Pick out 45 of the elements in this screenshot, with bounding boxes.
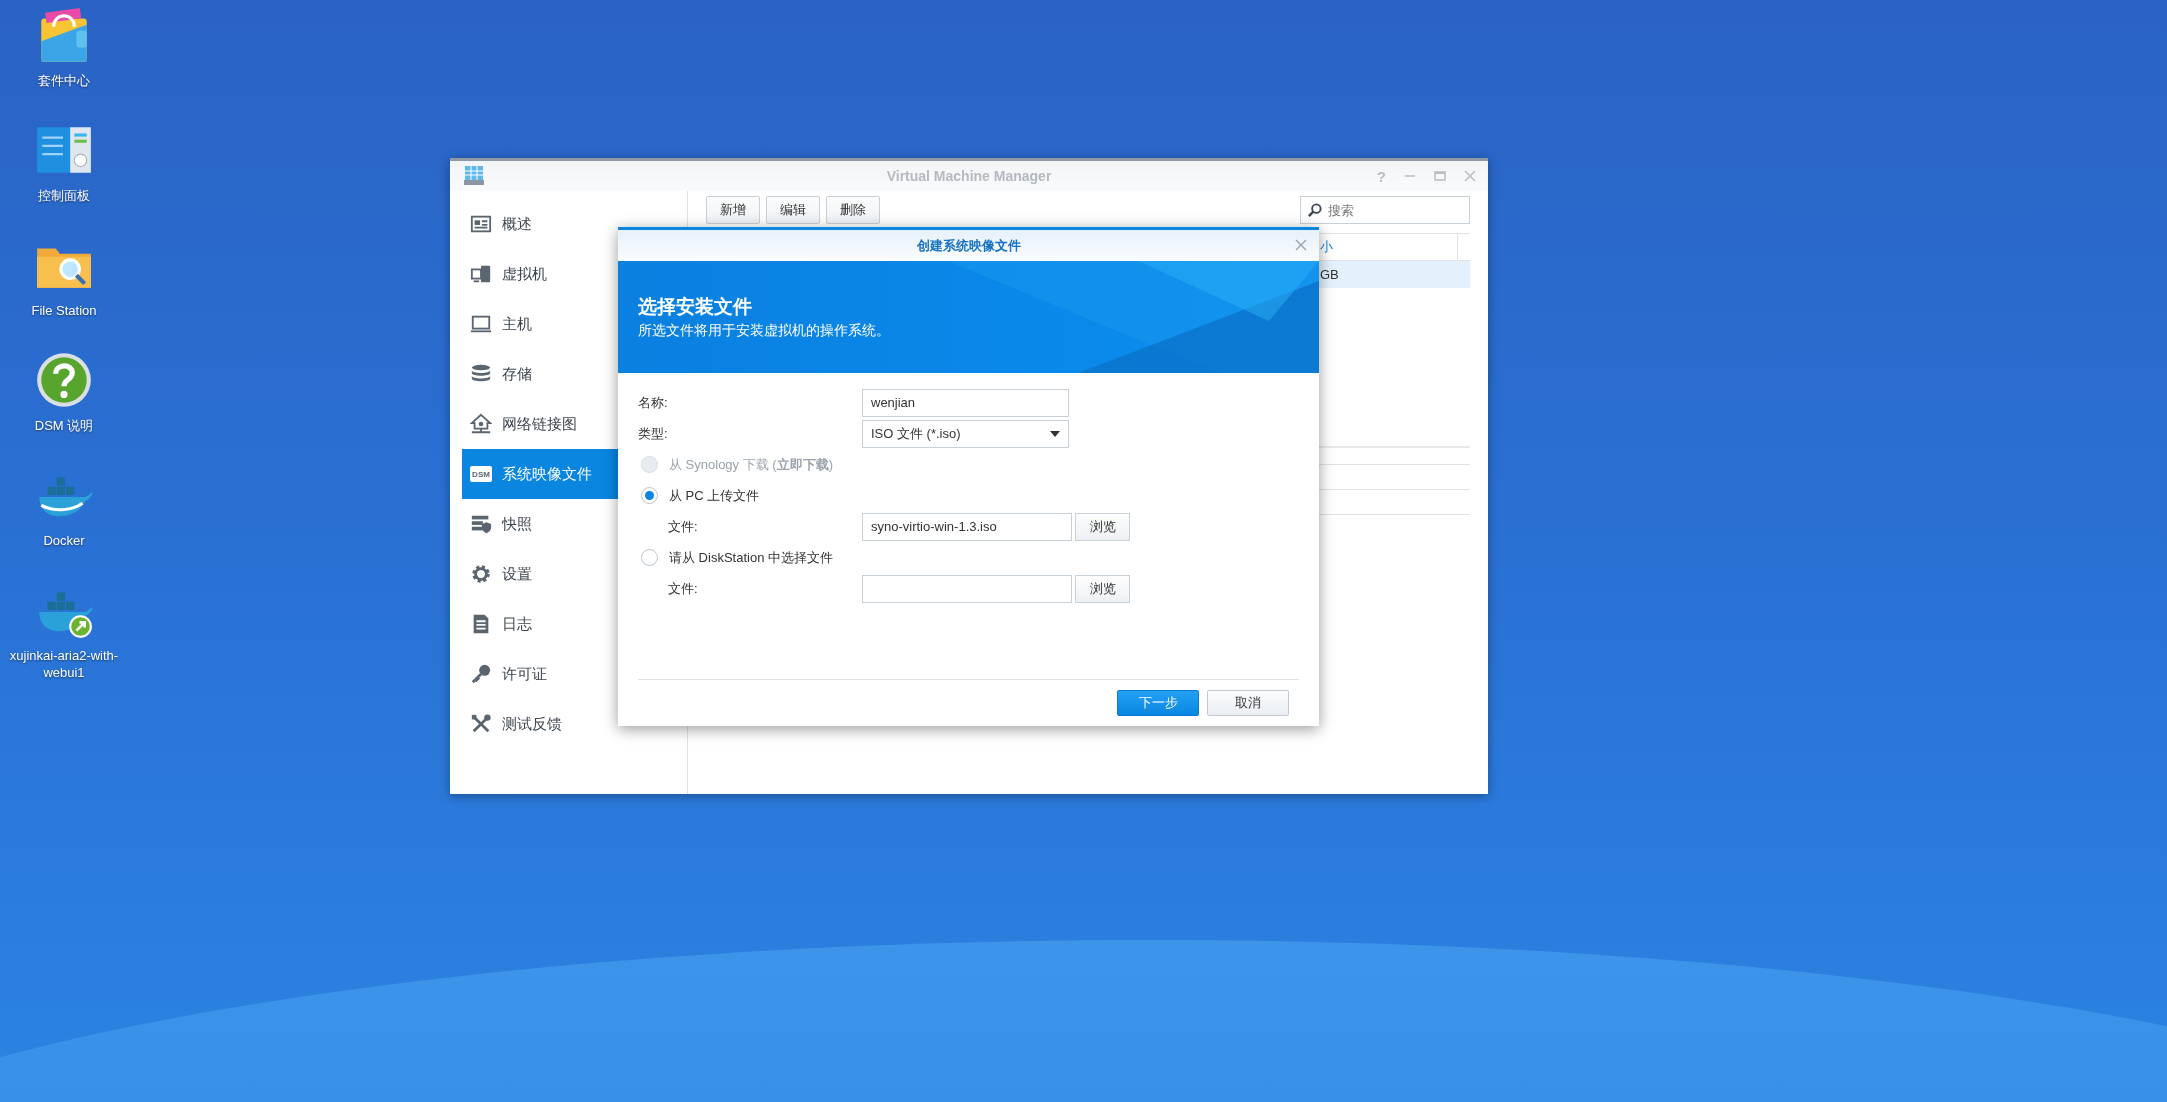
desktop-icon-label[interactable]: xujinkai-aria2-with-webui1 — [0, 647, 128, 681]
sidebar-item[interactable]: 概述 — [462, 199, 687, 249]
desktop-icon-label[interactable]: File Station — [0, 302, 128, 319]
toolbar-button[interactable]: 编辑 — [766, 196, 820, 224]
browse-button[interactable]: 浏览 — [1075, 512, 1130, 541]
sidebar-item[interactable]: 日志 — [462, 599, 687, 649]
file-input[interactable] — [862, 574, 1072, 603]
radio-button[interactable] — [641, 549, 658, 566]
table-cell-text: GB — [1319, 267, 1340, 282]
radio-button[interactable] — [641, 487, 658, 504]
name-input[interactable]: wenjian — [862, 388, 1069, 417]
id-card-icon — [470, 213, 492, 235]
server-icon — [462, 164, 486, 188]
dsm-badge-icon: DSM — [470, 466, 492, 482]
tools-icon — [470, 713, 492, 735]
sidebar-item[interactable]: 测试反馈 — [462, 699, 687, 749]
type-dropdown[interactable]: ISO 文件 (*.iso) — [862, 419, 1069, 448]
field-label: 名称: — [638, 393, 669, 412]
search-field[interactable]: 搜索 — [1300, 196, 1470, 224]
desktop-icon-label[interactable]: Docker — [0, 532, 128, 549]
caret-icon — [1050, 430, 1060, 437]
field-label: 文件: — [668, 517, 699, 536]
desktop-icon-label[interactable]: DSM 说明 — [0, 417, 128, 434]
window-title: Virtual Machine Manager — [886, 168, 1052, 184]
dialog-heading: 选择安装文件 — [638, 295, 753, 319]
close-icon[interactable] — [1295, 239, 1307, 251]
browse-button[interactable]: 浏览 — [1075, 574, 1130, 603]
shield-stack-icon — [470, 513, 492, 535]
file-input[interactable]: syno-virtio-win-1.3.iso — [862, 512, 1072, 541]
key-icon — [470, 663, 492, 685]
gear-icon — [470, 563, 492, 585]
radio-label: 请从 DiskStation 中选择文件 — [669, 548, 833, 567]
dialog-subtitle: 所选文件将用于安装虚拟机的操作系统。 — [638, 322, 891, 340]
dialog-button[interactable]: 取消 — [1207, 690, 1289, 716]
desktop-icon-label[interactable]: 控制面板 — [0, 187, 128, 204]
devices-icon — [470, 263, 492, 285]
field-label: 文件: — [668, 579, 699, 598]
house-network-icon — [470, 413, 492, 435]
sidebar-item[interactable]: 许可证 — [462, 649, 687, 699]
toolbar-button[interactable]: 新增 — [706, 196, 760, 224]
desktop-icon-label[interactable]: 套件中心 — [0, 72, 128, 89]
field-label: 类型: — [638, 424, 669, 443]
laptop-icon — [470, 313, 492, 335]
dialog-title: 创建系统映像文件 — [916, 236, 1021, 255]
toolbar-button[interactable]: 删除 — [826, 196, 880, 224]
